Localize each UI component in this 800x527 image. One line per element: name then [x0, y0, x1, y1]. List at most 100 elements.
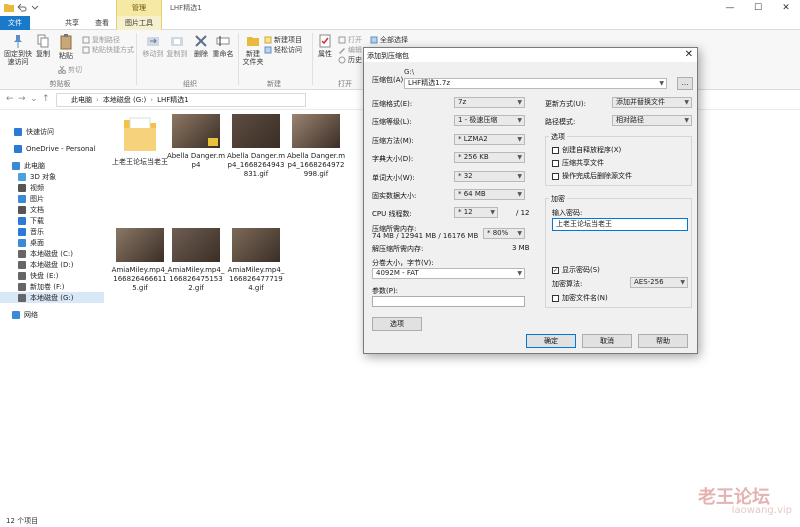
file-item[interactable]: Abella Danger.mp4_1668264943831.gif — [226, 114, 286, 179]
tab-picture-tools[interactable]: 图片工具 — [116, 16, 162, 30]
solid-block-select[interactable]: * 64 MB ▼ — [454, 189, 525, 200]
sidebar-item[interactable]: 本地磁盘 (C:) — [0, 248, 104, 259]
sidebar-item[interactable]: 此电脑 — [0, 160, 104, 171]
update-mode-select[interactable]: 添加并替换文件 ▼ — [612, 97, 692, 108]
copy-path-button[interactable]: 复制路径 — [82, 35, 120, 44]
address-bar[interactable]: 此电脑 › 本地磁盘 (G:) › LHF精选1 — [56, 93, 306, 107]
manage-tab-header[interactable]: 管理 — [116, 0, 162, 16]
pin-quick-access-button[interactable]: 固定到快 速访问 — [4, 34, 32, 66]
show-password-checkbox[interactable]: ✓ 显示密码(S) — [552, 265, 600, 275]
sidebar-item-label: 此电脑 — [24, 161, 45, 170]
encrypt-filenames-checkbox[interactable]: 加密文件名(N) — [552, 293, 608, 303]
file-grid: 上老王论坛当老王 Abella Danger.mp4 Abella Danger.m… — [110, 114, 380, 314]
sidebar-item[interactable]: 本地磁盘 (D:) — [0, 259, 104, 270]
dictionary-select[interactable]: * 256 KB ▼ — [454, 152, 525, 163]
archive-dir: G:\ — [404, 68, 415, 76]
cut-button[interactable]: 剪切 — [58, 65, 82, 74]
sfx-checkbox[interactable]: 创建自释放程序(X) — [552, 145, 621, 155]
path-mode-select[interactable]: 相对路径 ▼ — [612, 115, 692, 126]
computer-icon — [12, 161, 20, 170]
sidebar-item[interactable]: 新加卷 (F:) — [0, 281, 104, 292]
cancel-button[interactable]: 取消 — [582, 334, 632, 348]
file-item[interactable]: AmiaMiley.mp4_1668264777194.gif — [226, 228, 286, 293]
tab-share[interactable]: 共享 — [58, 16, 86, 30]
move-to-button[interactable]: 移动到 — [142, 34, 164, 58]
help-button[interactable]: 帮助 — [638, 334, 688, 348]
sidebar-item[interactable]: 文档 — [0, 204, 104, 215]
easy-access-button[interactable]: 轻松访问 — [264, 45, 302, 54]
method-select[interactable]: * LZMA2 ▼ — [454, 134, 525, 145]
new-folder-icon — [247, 37, 259, 46]
options-button[interactable]: 选项 — [372, 317, 422, 331]
checkbox-box — [552, 159, 559, 167]
sidebar-item[interactable]: 快速访问 — [0, 126, 104, 137]
level-select[interactable]: 1 - 极速压缩 ▼ — [454, 115, 525, 126]
properties-button[interactable]: 属性 — [316, 34, 334, 58]
sidebar-item[interactable]: 3D 对象 — [0, 171, 104, 182]
file-item[interactable]: AmiaMiley.mp4_1668264751532.gif — [166, 228, 226, 293]
tab-file[interactable]: 文件 — [0, 16, 30, 30]
maximize-button[interactable]: ☐ — [744, 0, 772, 16]
item-count: 12 个项目 — [6, 517, 39, 525]
shared-files-checkbox[interactable]: 压缩共享文件 — [552, 158, 604, 168]
new-group-label: 新建 — [267, 80, 281, 88]
chevron-down-icon[interactable] — [30, 3, 40, 12]
cpu-threads-select[interactable]: * 12 ▼ — [454, 207, 498, 218]
undo-icon[interactable] — [17, 3, 27, 12]
history-button[interactable]: 历史 — [338, 55, 362, 64]
rename-button[interactable]: 重命名 — [212, 34, 234, 58]
breadcrumb-this-pc[interactable]: 此电脑 — [71, 95, 92, 105]
sidebar-item[interactable]: 网络 — [0, 309, 104, 320]
password-input[interactable]: 上老王论坛当老王 — [552, 218, 688, 231]
shared-files-label: 压缩共享文件 — [562, 159, 604, 167]
word-size-value: * 32 — [458, 172, 473, 180]
breadcrumb-folder[interactable]: LHF精选1 — [157, 95, 189, 105]
file-item[interactable]: Abella Danger.mp4 — [166, 114, 226, 170]
split-volume-value: 4092M - FAT — [376, 269, 419, 277]
dialog-close-button[interactable]: ✕ — [685, 49, 693, 60]
memory-percent-select[interactable]: * 80% ▼ — [483, 228, 525, 239]
sidebar-item[interactable]: 桌面 — [0, 237, 104, 248]
sidebar-item[interactable]: 音乐 — [0, 226, 104, 237]
ok-button[interactable]: 确定 — [526, 334, 576, 348]
sidebar-item[interactable]: 快盘 (E:) — [0, 270, 104, 281]
up-arrow-icon[interactable]: ↑ — [42, 94, 50, 104]
word-size-select[interactable]: * 32 ▼ — [454, 171, 525, 182]
delete-button[interactable]: 删除 — [192, 34, 210, 58]
open-button[interactable]: 打开 — [338, 35, 362, 44]
close-button[interactable]: ✕ — [772, 0, 800, 16]
minimize-button[interactable]: — — [716, 0, 744, 16]
paste-shortcut-button[interactable]: 粘贴快捷方式 — [82, 45, 134, 54]
drive-icon — [18, 260, 26, 269]
new-folder-button[interactable]: 新建 文件夹 — [242, 34, 264, 66]
delete-after-checkbox[interactable]: 操作完成后删除源文件 — [552, 171, 632, 181]
sidebar-item[interactable]: 下载 — [0, 215, 104, 226]
breadcrumb-drive-g[interactable]: 本地磁盘 (G:) — [103, 95, 146, 105]
recent-chevron-icon[interactable]: ⌄ — [30, 94, 38, 104]
sidebar-item[interactable]: 图片 — [0, 193, 104, 204]
edit-button[interactable]: 编辑 — [338, 45, 362, 54]
encryption-method-select[interactable]: AES-256 ▼ — [630, 277, 688, 288]
tab-view[interactable]: 查看 — [88, 16, 116, 30]
sidebar-item[interactable]: 视频 — [0, 182, 104, 193]
archive-name-combo[interactable]: LHF精选1.7z ▼ — [404, 78, 667, 89]
sidebar-item[interactable]: OneDrive - Personal — [0, 143, 104, 154]
copy-button[interactable]: 复制 — [34, 34, 52, 58]
copy-to-button[interactable]: 复制到 — [166, 34, 188, 58]
file-item[interactable]: AmiaMiley.mp4_1668264666115.gif — [110, 228, 170, 293]
paste-button[interactable]: 粘贴 — [56, 34, 76, 60]
back-arrow-icon[interactable]: ← — [6, 94, 14, 104]
select-all-button[interactable]: 全部选择 — [370, 35, 408, 44]
sidebar-item-label: 本地磁盘 (G:) — [30, 293, 74, 302]
new-item-button[interactable]: 新建项目 — [264, 35, 302, 44]
file-item[interactable]: Abella Danger.mp4_1668264972998.gif — [286, 114, 346, 179]
forward-arrow-icon[interactable]: → — [18, 94, 26, 104]
file-item[interactable]: 上老王论坛当老王 — [110, 114, 170, 167]
clipboard-group-label: 剪贴板 — [49, 80, 71, 88]
parameters-input[interactable] — [372, 296, 525, 307]
split-volume-combo[interactable]: 4092M - FAT ▼ — [372, 268, 525, 279]
sidebar-item-label: 视频 — [30, 183, 44, 192]
sidebar-item[interactable]: 本地磁盘 (G:) — [0, 292, 104, 303]
browse-button[interactable]: ... — [677, 77, 693, 90]
format-select[interactable]: 7z ▼ — [454, 97, 525, 108]
